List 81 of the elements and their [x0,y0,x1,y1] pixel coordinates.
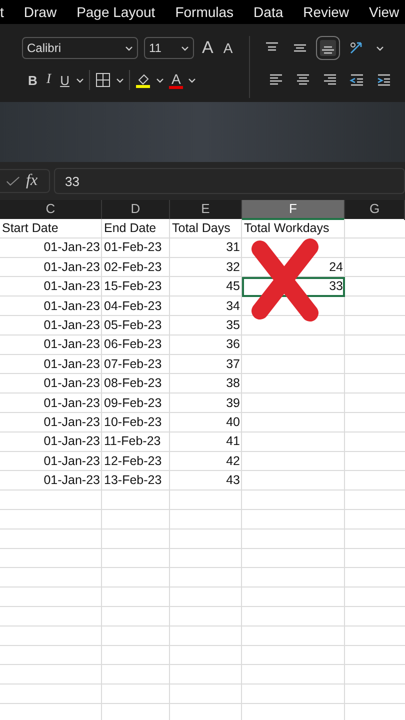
table-cell-text: 02-Feb-23 [103,258,163,276]
table-cell-text: 05-Feb-23 [103,316,163,334]
table-cell-text: 01-Jan-23 [42,394,101,412]
caret-icon[interactable] [188,78,196,82]
table-cell-text: 43 [225,472,241,490]
table-cell-text: 01-Jan-23 [42,298,101,315]
table-cell-text: 42 [225,452,241,470]
table-cell-text: 01-Jan-23 [42,414,101,431]
table-cell-text: Total Days [171,220,232,237]
caret-icon[interactable] [125,46,133,50]
table-cell-text: 01-Jan-23 [42,278,101,296]
font-size-dropdown[interactable]: 11 [144,37,194,59]
table-cell-text: 36 [225,336,241,354]
menu-tab[interactable]: t [0,4,4,20]
caret-icon[interactable] [116,78,124,82]
table-cell-text: 39 [225,394,241,412]
table-cell-text: 37 [225,356,241,373]
check-icon[interactable] [6,176,20,186]
increase-indent-icon[interactable] [376,72,392,88]
table-cell-text: 01-Jan-23 [42,433,101,450]
table-cell-text: 01-Jan-23 [42,336,101,354]
table-cell-text: 24 [328,258,344,276]
table-cell-text: 11-Feb-23 [103,433,162,450]
caret-icon[interactable] [76,78,84,82]
font-color-button[interactable]: A [169,72,183,88]
menu-tab[interactable]: Draw [24,4,57,20]
table-cell-text: 35 [225,316,241,334]
menu-tab[interactable]: Formulas [175,4,234,20]
table-cell: 33 [242,277,345,297]
table-cell-text: 40 [225,414,241,431]
table-cell-text: 34 [225,298,241,315]
bold-button[interactable]: B [26,72,40,88]
table-cell-text: 07-Feb-23 [103,356,163,373]
table-cell-text: 01-Jan-23 [42,258,101,276]
column-header[interactable]: F [242,200,345,220]
table-cell-text: 01-Feb-23 [103,239,163,256]
table-cell-text: 01-Jan-23 [42,316,101,334]
shrink-font-button[interactable]: A [221,40,235,56]
table-cell-text: 13-Feb-23 [103,472,163,490]
cross-mark-icon [250,237,320,323]
fill-color-icon[interactable] [135,72,152,88]
table-cell-text: 01-Jan-23 [42,452,101,470]
table-cell-text: 09-Feb-23 [103,394,163,412]
table-cell-text: 01-Jan-23 [42,472,101,490]
text-orientation-icon[interactable] [348,40,364,56]
column-header[interactable]: C [0,200,102,220]
table-cell-text: 01-Jan-23 [42,239,101,256]
menu-tab[interactable]: Page Layout [76,4,156,20]
caret-icon[interactable] [181,46,189,50]
menu-tab[interactable]: Review [303,4,350,20]
table-cell-text: 15-Feb-23 [103,278,163,296]
caret-icon[interactable] [156,78,164,82]
table-cell-text: Start Date [1,220,60,237]
borders-icon[interactable] [95,72,112,88]
column-header[interactable]: G [345,200,405,220]
table-cell-text: 08-Feb-23 [103,375,163,392]
formula-input[interactable]: 33 [54,168,405,194]
table-cell-text: 06-Feb-23 [103,336,163,354]
underline-button[interactable]: U [58,72,72,88]
table-cell-text: End Date [103,220,158,237]
menu-tab[interactable]: Data [254,4,284,20]
caret-icon[interactable] [376,46,384,50]
menu-tab[interactable]: View [369,4,400,20]
table-cell-text: 01-Jan-23 [42,356,101,373]
italic-button[interactable]: I [44,72,54,88]
align-bottom-icon[interactable] [320,40,336,56]
table-cell-text: 12-Feb-23 [103,452,163,470]
table-cell-text: 01-Jan-23 [42,375,101,392]
table-cell-text: 45 [225,278,241,296]
table-cell-text: 38 [225,375,241,392]
insert-function-button[interactable]: fx [26,172,38,190]
table-cell-text: 32 [225,258,241,276]
table-cell-text: 41 [225,433,241,450]
table-cell-text: 04-Feb-23 [103,298,163,315]
table-cell-text: 10-Feb-23 [103,414,163,431]
table-cell-text: Total Workdays [243,220,330,237]
decrease-indent-icon[interactable] [348,72,365,88]
table-cell-text: 31 [225,239,241,256]
font-name-dropdown[interactable]: Calibri [22,37,138,59]
grow-font-button[interactable]: A [200,38,216,58]
column-header[interactable]: D [102,200,170,220]
